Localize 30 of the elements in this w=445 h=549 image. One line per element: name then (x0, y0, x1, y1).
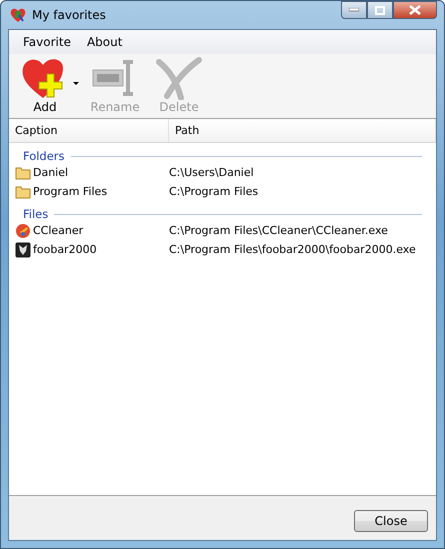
toolbar-button[interactable]: Add (17, 56, 73, 114)
delete-icon (155, 56, 203, 100)
window-close-button[interactable] (393, 1, 437, 19)
item-caption[interactable]: foobar2000 (33, 243, 97, 256)
menu-item[interactable]: About (78, 33, 130, 51)
column-header[interactable]: Caption (9, 119, 169, 142)
cleaner-icon (15, 222, 31, 238)
app-icon (10, 7, 26, 23)
column-header[interactable]: Path (169, 119, 436, 142)
close-icon (409, 5, 421, 15)
group-header: Files (23, 207, 48, 221)
item-path: C:\Program Files\CCleaner\CCleaner.exe (169, 224, 389, 237)
folder-icon (15, 184, 31, 198)
item-path: C:\Users\Daniel (169, 166, 255, 179)
menu-item[interactable]: Favorite (15, 33, 79, 51)
maximize-button[interactable] (367, 1, 393, 19)
maximize-icon (375, 6, 385, 14)
item-caption[interactable]: Daniel (33, 166, 68, 179)
window-title: My favorites (32, 8, 106, 22)
dropdown-arrow-icon[interactable] (73, 82, 79, 86)
group-header: Folders (23, 149, 65, 163)
item-caption[interactable]: Program Files (33, 185, 108, 198)
player-icon (15, 242, 31, 258)
item-path: C:\Program Files (169, 185, 260, 198)
folder-icon (15, 166, 31, 180)
minimize-button[interactable] (341, 1, 367, 19)
item-path: C:\Program Files\foobar2000\foobar2000.exe (169, 243, 417, 256)
close-button[interactable]: Close (354, 510, 428, 532)
item-caption[interactable]: CCleaner (33, 224, 84, 237)
minimize-icon (349, 8, 359, 12)
